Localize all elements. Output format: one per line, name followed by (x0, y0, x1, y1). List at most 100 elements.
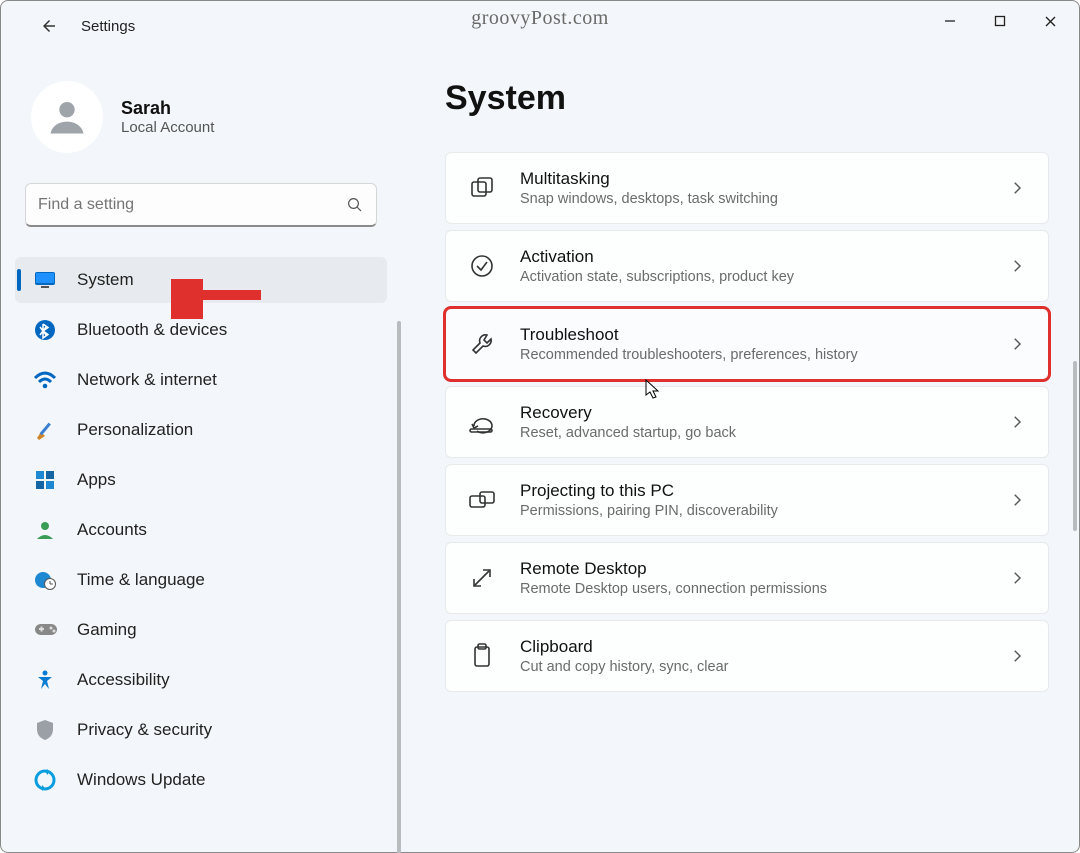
multitask-icon (468, 174, 496, 202)
card-subtitle: Recommended troubleshooters, preferences… (520, 347, 984, 363)
clipboard-icon (468, 642, 496, 670)
wrench-icon (468, 330, 496, 358)
card-subtitle: Activation state, subscriptions, product… (520, 269, 984, 285)
profile-name: Sarah (121, 98, 214, 119)
apps-icon (33, 468, 57, 492)
sidebar-item-label: Apps (77, 470, 116, 490)
brush-icon (33, 418, 57, 442)
sidebar-item-accessibility[interactable]: Accessibility (15, 657, 387, 703)
chevron-right-icon (1008, 179, 1026, 197)
user-icon (45, 95, 89, 139)
chevron-right-icon (1008, 569, 1026, 587)
update-icon (33, 768, 57, 792)
check-circle-icon (468, 252, 496, 280)
nav-list: System Bluetooth & devices Network & inter… (1, 255, 401, 805)
globe-clock-icon (33, 568, 57, 592)
remote-icon (468, 564, 496, 592)
monitor-icon (33, 268, 57, 292)
card-subtitle: Cut and copy history, sync, clear (520, 659, 984, 675)
settings-window: Settings groovyPost.com Sarah Local Acco… (0, 0, 1080, 853)
sidebar-item-time-language[interactable]: Time & language (15, 557, 387, 603)
card-clipboard[interactable]: Clipboard Cut and copy history, sync, cle… (445, 620, 1049, 692)
card-texts: Multitasking Snap windows, desktops, task… (520, 169, 984, 207)
close-button[interactable] (1027, 5, 1073, 37)
card-title: Remote Desktop (520, 559, 984, 579)
sidebar-item-label: Network & internet (77, 370, 217, 390)
search-icon (346, 196, 364, 214)
minimize-icon (944, 15, 956, 27)
card-title: Recovery (520, 403, 984, 423)
bluetooth-icon (33, 318, 57, 342)
sidebar-item-label: Windows Update (77, 770, 206, 790)
page-title: System (445, 79, 1049, 118)
window-controls (927, 5, 1073, 37)
shield-icon (33, 718, 57, 742)
minimize-button[interactable] (927, 5, 973, 37)
project-icon (468, 486, 496, 514)
sidebar-item-label: System (77, 270, 134, 290)
chevron-right-icon (1008, 491, 1026, 509)
avatar (31, 81, 103, 153)
sidebar: Sarah Local Account System Bluetooth & de… (1, 51, 401, 852)
chevron-right-icon (1008, 335, 1026, 353)
sidebar-item-gaming[interactable]: Gaming (15, 607, 387, 653)
card-list: Multitasking Snap windows, desktops, task… (445, 152, 1049, 692)
main-panel: System Multitasking Snap windows, desktop… (401, 51, 1079, 852)
card-texts: Remote Desktop Remote Desktop users, conn… (520, 559, 984, 597)
card-title: Projecting to this PC (520, 481, 984, 501)
card-projecting-to-this-pc[interactable]: Projecting to this PC Permissions, pairin… (445, 464, 1049, 536)
accessibility-icon (33, 668, 57, 692)
gamepad-icon (33, 618, 57, 642)
sidebar-item-label: Accounts (77, 520, 147, 540)
sidebar-item-personalization[interactable]: Personalization (15, 407, 387, 453)
maximize-icon (994, 15, 1006, 27)
chevron-right-icon (1008, 257, 1026, 275)
search-input[interactable] (38, 196, 346, 214)
back-button[interactable] (29, 6, 69, 46)
sidebar-item-accounts[interactable]: Accounts (15, 507, 387, 553)
card-texts: Clipboard Cut and copy history, sync, cle… (520, 637, 984, 675)
card-troubleshoot[interactable]: Troubleshoot Recommended troubleshooters,… (445, 308, 1049, 380)
sidebar-item-network-internet[interactable]: Network & internet (15, 357, 387, 403)
card-title: Clipboard (520, 637, 984, 657)
sidebar-item-apps[interactable]: Apps (15, 457, 387, 503)
maximize-button[interactable] (977, 5, 1023, 37)
sidebar-item-label: Bluetooth & devices (77, 320, 227, 340)
recovery-icon (468, 408, 496, 436)
card-multitasking[interactable]: Multitasking Snap windows, desktops, task… (445, 152, 1049, 224)
main-scrollbar[interactable] (1073, 361, 1077, 531)
card-texts: Recovery Reset, advanced startup, go back (520, 403, 984, 441)
watermark: groovyPost.com (471, 7, 609, 30)
card-subtitle: Snap windows, desktops, task switching (520, 191, 984, 207)
card-subtitle: Permissions, pairing PIN, discoverabilit… (520, 503, 984, 519)
card-title: Activation (520, 247, 984, 267)
chevron-right-icon (1008, 413, 1026, 431)
app-title: Settings (81, 18, 135, 35)
card-remote-desktop[interactable]: Remote Desktop Remote Desktop users, conn… (445, 542, 1049, 614)
arrow-left-icon (40, 17, 58, 35)
profile-subtitle: Local Account (121, 119, 214, 136)
sidebar-item-windows-update[interactable]: Windows Update (15, 757, 387, 803)
wifi-icon (33, 368, 57, 392)
sidebar-item-label: Accessibility (77, 670, 170, 690)
sidebar-item-privacy-security[interactable]: Privacy & security (15, 707, 387, 753)
card-title: Troubleshoot (520, 325, 984, 345)
search-box[interactable] (25, 183, 377, 227)
card-recovery[interactable]: Recovery Reset, advanced startup, go back (445, 386, 1049, 458)
sidebar-item-system[interactable]: System (15, 257, 387, 303)
profile-block[interactable]: Sarah Local Account (1, 81, 401, 183)
sidebar-item-label: Privacy & security (77, 720, 212, 740)
sidebar-item-bluetooth-devices[interactable]: Bluetooth & devices (15, 307, 387, 353)
card-title: Multitasking (520, 169, 984, 189)
titlebar: Settings groovyPost.com (1, 1, 1079, 51)
chevron-right-icon (1008, 647, 1026, 665)
card-subtitle: Remote Desktop users, connection permiss… (520, 581, 984, 597)
card-subtitle: Reset, advanced startup, go back (520, 425, 984, 441)
sidebar-item-label: Personalization (77, 420, 193, 440)
sidebar-item-label: Gaming (77, 620, 137, 640)
card-activation[interactable]: Activation Activation state, subscription… (445, 230, 1049, 302)
close-icon (1044, 15, 1057, 28)
card-texts: Projecting to this PC Permissions, pairin… (520, 481, 984, 519)
card-texts: Troubleshoot Recommended troubleshooters,… (520, 325, 984, 363)
sidebar-item-label: Time & language (77, 570, 205, 590)
